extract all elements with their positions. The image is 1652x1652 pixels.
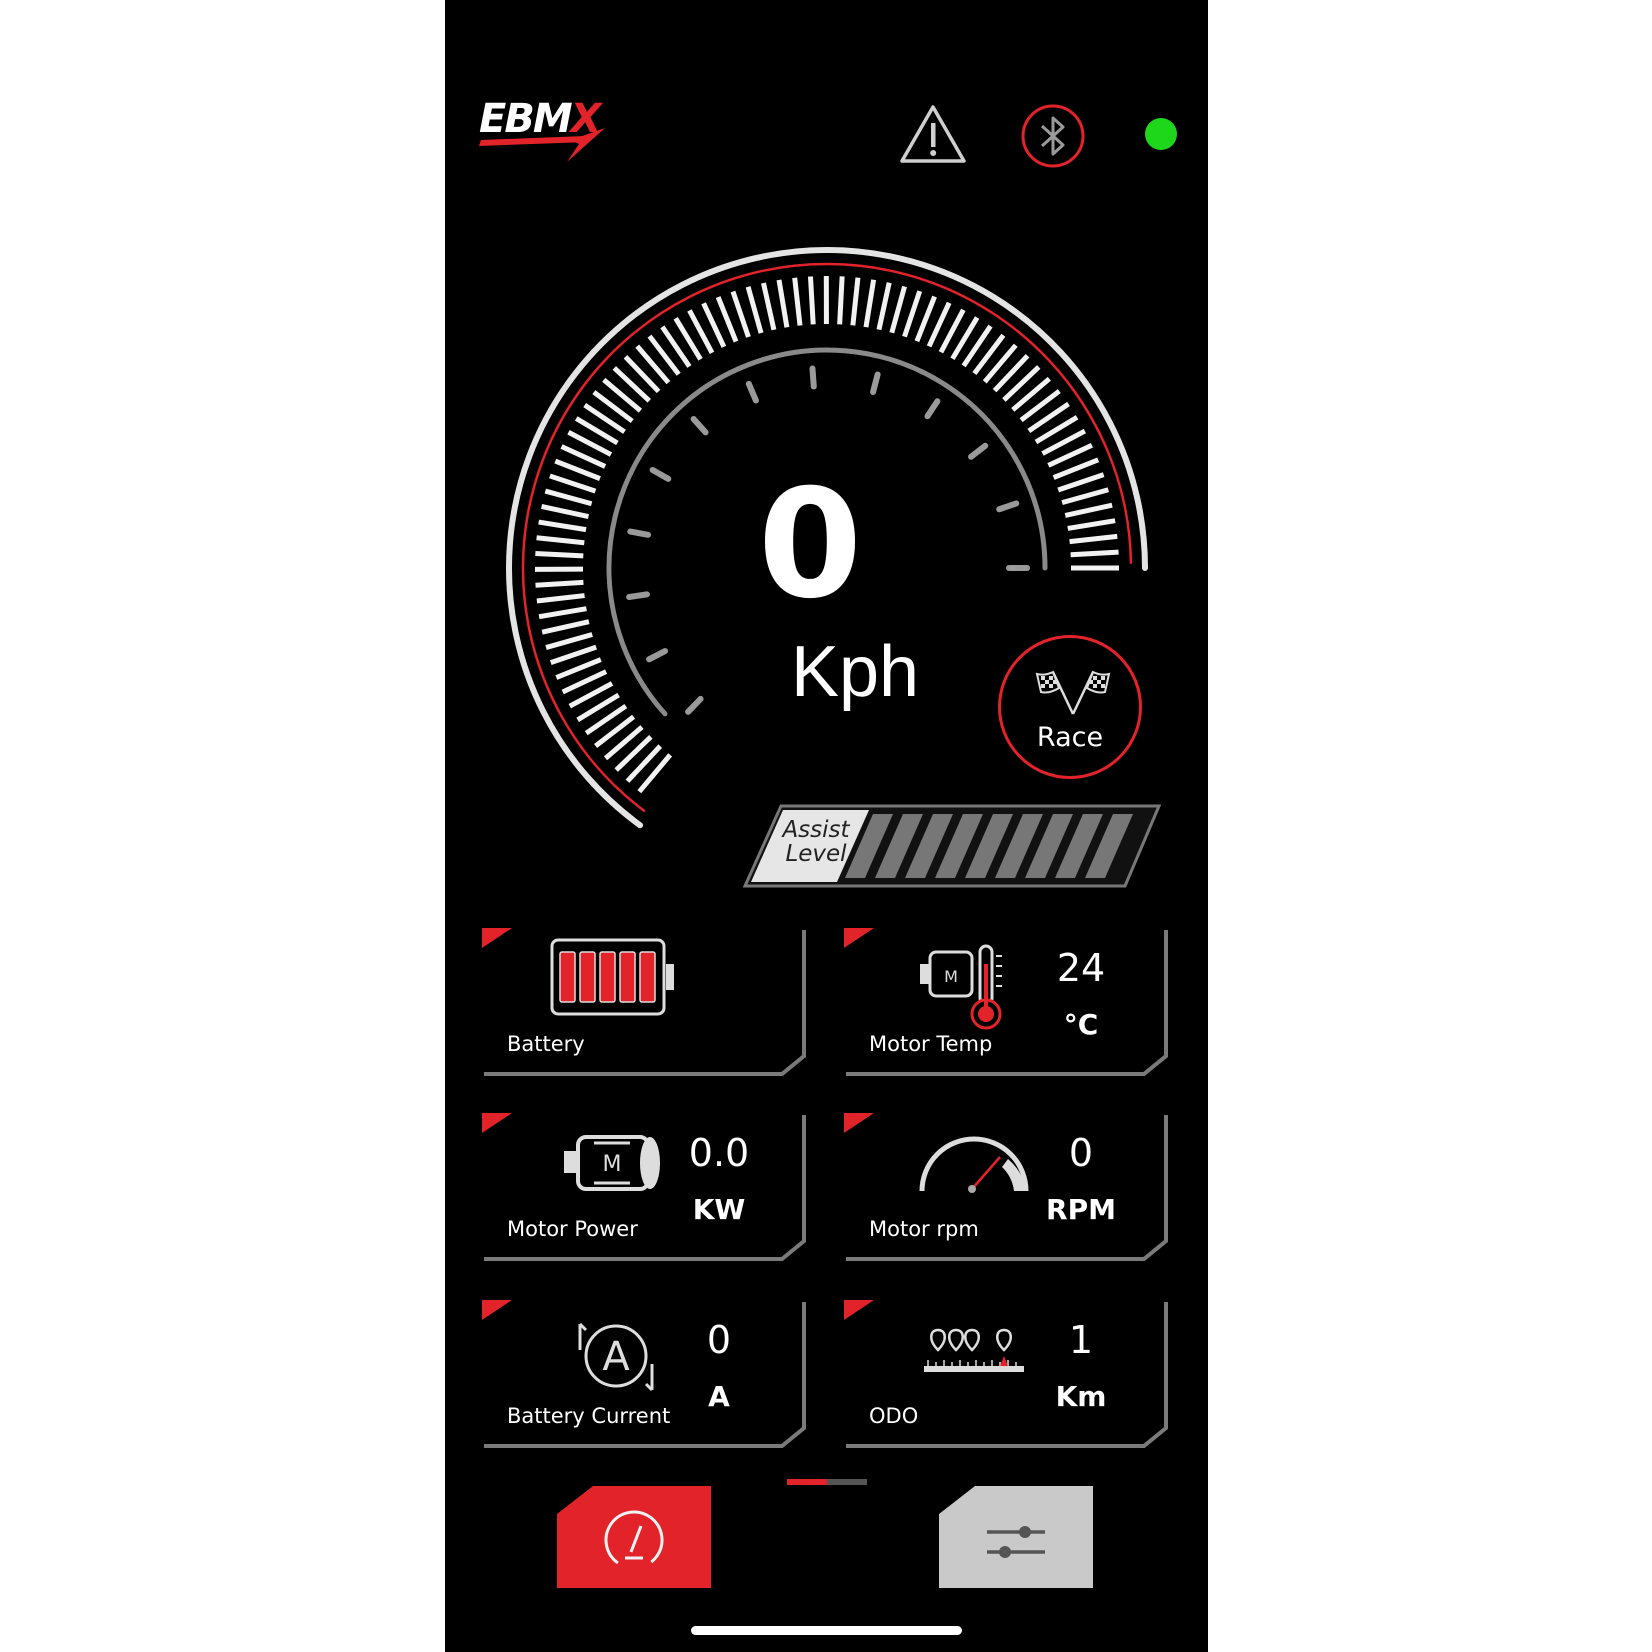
battery-label: Battery	[507, 1032, 585, 1056]
gauge-tick	[863, 279, 877, 328]
gauge-major-tick	[627, 528, 652, 538]
assist-level-label: Assist Level	[782, 817, 850, 867]
battery-cell	[619, 951, 636, 1003]
motor-temperature-icon: M	[920, 944, 1002, 1030]
gauge-tick	[902, 290, 923, 338]
gauge-major-tick	[968, 442, 989, 460]
odometer-tile[interactable]: 1 Km ODO	[844, 1300, 1176, 1448]
gauge-tick	[745, 286, 764, 334]
odometer-label: ODO	[869, 1404, 919, 1428]
svg-text:M: M	[603, 1152, 622, 1177]
phone-screen: EBMX 0 Kph Race Assist Level Battery M 2…	[445, 0, 1208, 1652]
gauge-tick	[1057, 472, 1105, 493]
gauge-tick	[850, 277, 861, 326]
gauge-tick	[730, 290, 751, 338]
battery-current-tile[interactable]: A 0 A Battery Current	[482, 1300, 814, 1448]
home-indicator[interactable]	[691, 1626, 962, 1635]
battery-current-label: Battery Current	[507, 1404, 671, 1428]
motor-temp-unit: °C	[1063, 1008, 1099, 1041]
motor-temp-tile[interactable]: M 24 °C Motor Temp	[844, 928, 1176, 1076]
gauge-tick	[1064, 502, 1113, 518]
battery-cell	[559, 951, 576, 1003]
motor-power-label: Motor Power	[507, 1217, 638, 1241]
gauge-tick	[1070, 549, 1119, 558]
gauge-major-tick	[646, 648, 669, 663]
page-indicator	[787, 1479, 867, 1485]
motor-icon: M	[564, 1135, 660, 1191]
gauge-tick	[837, 276, 845, 325]
odometer-value: 1	[1068, 1318, 1094, 1362]
gauge-tick	[536, 593, 585, 604]
gauge-tick	[544, 488, 593, 507]
motor-temp-value: 24	[1056, 946, 1106, 990]
battery-tile[interactable]: Battery	[482, 928, 814, 1076]
gauge-tick	[549, 473, 597, 494]
gauge-tick	[792, 277, 803, 326]
gauge-tick	[536, 535, 585, 546]
svg-text:M: M	[944, 967, 958, 986]
battery-cell	[579, 951, 596, 1003]
gauge-tick	[1069, 533, 1118, 545]
svg-text:A: A	[602, 1334, 630, 1380]
gauge-tick	[541, 619, 590, 635]
motor-power-value: 0.0	[688, 1131, 750, 1175]
gauge-major-tick	[626, 591, 650, 600]
motor-rpm-value: 0	[1068, 1131, 1094, 1175]
gauge-tick	[535, 551, 584, 559]
gauge-major-tick	[924, 398, 941, 420]
race-mode-button[interactable]: Race	[998, 635, 1142, 779]
ammeter-icon: A	[578, 1322, 654, 1392]
gauge-tick	[889, 285, 907, 334]
motor-rpm-tile[interactable]: 0 RPM Motor rpm	[844, 1113, 1176, 1261]
assist-level-bar[interactable]: Assist Level	[741, 804, 1162, 888]
motor-power-unit: KW	[692, 1193, 746, 1226]
rpm-gauge-icon	[919, 1136, 1029, 1193]
settings-tab-button[interactable]	[939, 1486, 1093, 1588]
race-mode-label: Race	[1036, 722, 1104, 753]
gauge-tick	[876, 282, 892, 331]
motor-power-tile[interactable]: M 0.0 KW Motor Power	[482, 1113, 814, 1261]
gauge-tick	[538, 606, 587, 620]
gauge-major-tick	[809, 365, 817, 390]
speed-value: 0	[757, 458, 863, 632]
gauge-major-tick	[649, 467, 672, 482]
battery-current-value: 0	[706, 1318, 732, 1362]
gauge-tick	[545, 632, 593, 650]
gauge-major-tick	[690, 415, 709, 436]
odometer-unit: Km	[1055, 1380, 1107, 1413]
gauge-tick	[1061, 487, 1109, 506]
gauge-major-tick	[685, 695, 704, 715]
gauge-tick	[535, 579, 584, 588]
checkered-flags-icon	[1035, 670, 1111, 715]
gauge-tick	[549, 644, 597, 666]
gauge-major-tick	[745, 380, 759, 404]
gauge-tick	[1067, 518, 1116, 531]
speed-unit: Kph	[790, 632, 920, 712]
odometer-icon	[924, 1328, 1024, 1372]
battery-current-unit: A	[708, 1380, 730, 1413]
gauge-tick	[761, 282, 777, 331]
gauge-tick	[541, 504, 590, 520]
gauge-major-tick	[870, 371, 881, 395]
motor-temp-label: Motor Temp	[869, 1032, 993, 1056]
battery-icon	[550, 938, 674, 1016]
gauge-tick	[776, 279, 790, 328]
gauge-tick	[538, 519, 587, 533]
dashboard-tab-button[interactable]	[557, 1486, 711, 1588]
motor-rpm-unit: RPM	[1046, 1193, 1116, 1226]
gauge-major-tick	[996, 500, 1020, 513]
gauge-tick	[807, 276, 816, 325]
battery-cell	[639, 951, 656, 1003]
motor-rpm-label: Motor rpm	[869, 1217, 979, 1241]
battery-cell	[599, 951, 616, 1003]
